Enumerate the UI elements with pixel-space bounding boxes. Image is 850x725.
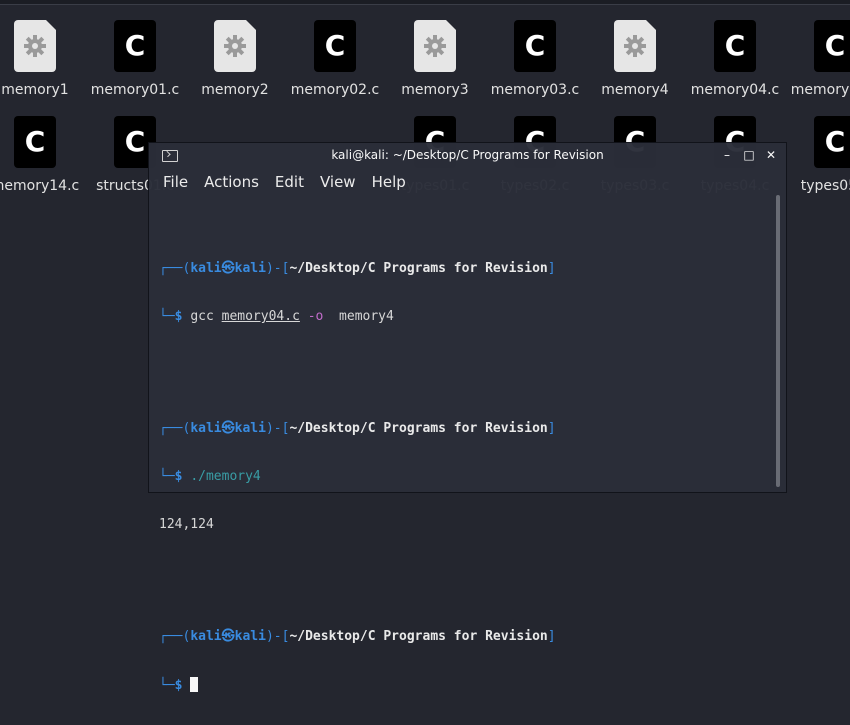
desktop-file-icon[interactable]: memory3	[385, 20, 485, 116]
file-label: memory05.c	[790, 82, 850, 98]
executable-file-icon	[414, 20, 456, 72]
desktop-file-icon[interactable]: Cmemory05.c	[785, 20, 850, 116]
command-line: └─$ gcc memory04.c -o memory4	[159, 309, 394, 324]
c-source-file-icon: C	[714, 20, 756, 72]
terminal-output[interactable]: ┌──(kali㉿kali)-[~/Desktop/C Programs for…	[159, 213, 772, 693]
gear-icon	[224, 35, 246, 57]
gear-icon	[424, 35, 446, 57]
c-source-file-icon: C	[514, 20, 556, 72]
executable-file-icon	[214, 20, 256, 72]
desktop-file-icon[interactable]: memory2	[185, 20, 285, 116]
prompt-line: ┌──(kali㉿kali)-[~/Desktop/C Programs for…	[159, 261, 556, 276]
c-letter-glyph: C	[324, 29, 346, 62]
window-title: kali@kali: ~/Desktop/C Programs for Revi…	[331, 148, 604, 162]
desktop-file-icon[interactable]: Cmemory04.c	[685, 20, 785, 116]
executable-file-icon	[14, 20, 56, 72]
c-source-file-icon: C	[314, 20, 356, 72]
c-letter-glyph: C	[824, 125, 846, 158]
c-letter-glyph: C	[524, 29, 546, 62]
scrollbar[interactable]	[776, 195, 780, 487]
close-button[interactable]: ✕	[764, 148, 778, 162]
menu-view[interactable]: View	[312, 171, 364, 193]
prompt-line: ┌──(kali㉿kali)-[~/Desktop/C Programs for…	[159, 629, 556, 644]
desktop-file-icon[interactable]: Cmemory02.c	[285, 20, 385, 116]
c-source-file-icon: C	[814, 20, 850, 72]
c-source-file-icon: C	[114, 20, 156, 72]
executable-file-icon	[614, 20, 656, 72]
desktop-file-icon[interactable]: Ctypes05.c	[785, 116, 850, 212]
menu-file[interactable]: File	[155, 171, 196, 193]
desktop-file-icon[interactable]: memory4	[585, 20, 685, 116]
c-letter-glyph: C	[824, 29, 846, 62]
command-line: └─$ ./memory4	[159, 469, 261, 484]
program-output: 124,124	[159, 517, 214, 532]
menu-actions[interactable]: Actions	[196, 171, 267, 193]
menu-edit[interactable]: Edit	[267, 171, 312, 193]
gear-icon	[624, 35, 646, 57]
terminal-window[interactable]: kali@kali: ~/Desktop/C Programs for Revi…	[148, 142, 787, 693]
menu-bar: File Actions Edit View Help	[155, 171, 414, 193]
c-letter-glyph: C	[724, 29, 746, 62]
desktop-file-icon[interactable]: Cmemory14.c	[0, 116, 85, 212]
command-line: └─$	[159, 677, 772, 693]
c-letter-glyph: C	[24, 125, 46, 158]
c-source-file-icon: C	[14, 116, 56, 168]
c-source-file-icon: C	[814, 116, 850, 168]
terminal-titlebar[interactable]: kali@kali: ~/Desktop/C Programs for Revi…	[149, 143, 786, 169]
desktop-top-edge	[0, 0, 850, 5]
desktop-file-icon[interactable]: Cmemory01.c	[85, 20, 185, 116]
text-cursor	[190, 677, 199, 692]
desktop-file-icon[interactable]: Cmemory03.c	[485, 20, 585, 116]
prompt-line: ┌──(kali㉿kali)-[~/Desktop/C Programs for…	[159, 421, 556, 436]
desktop-file-icon[interactable]: memory1	[0, 20, 85, 116]
c-letter-glyph: C	[124, 29, 146, 62]
maximize-button[interactable]: □	[742, 148, 756, 162]
gear-icon	[24, 35, 46, 57]
minimize-button[interactable]: –	[720, 148, 734, 162]
menu-help[interactable]: Help	[364, 171, 414, 193]
